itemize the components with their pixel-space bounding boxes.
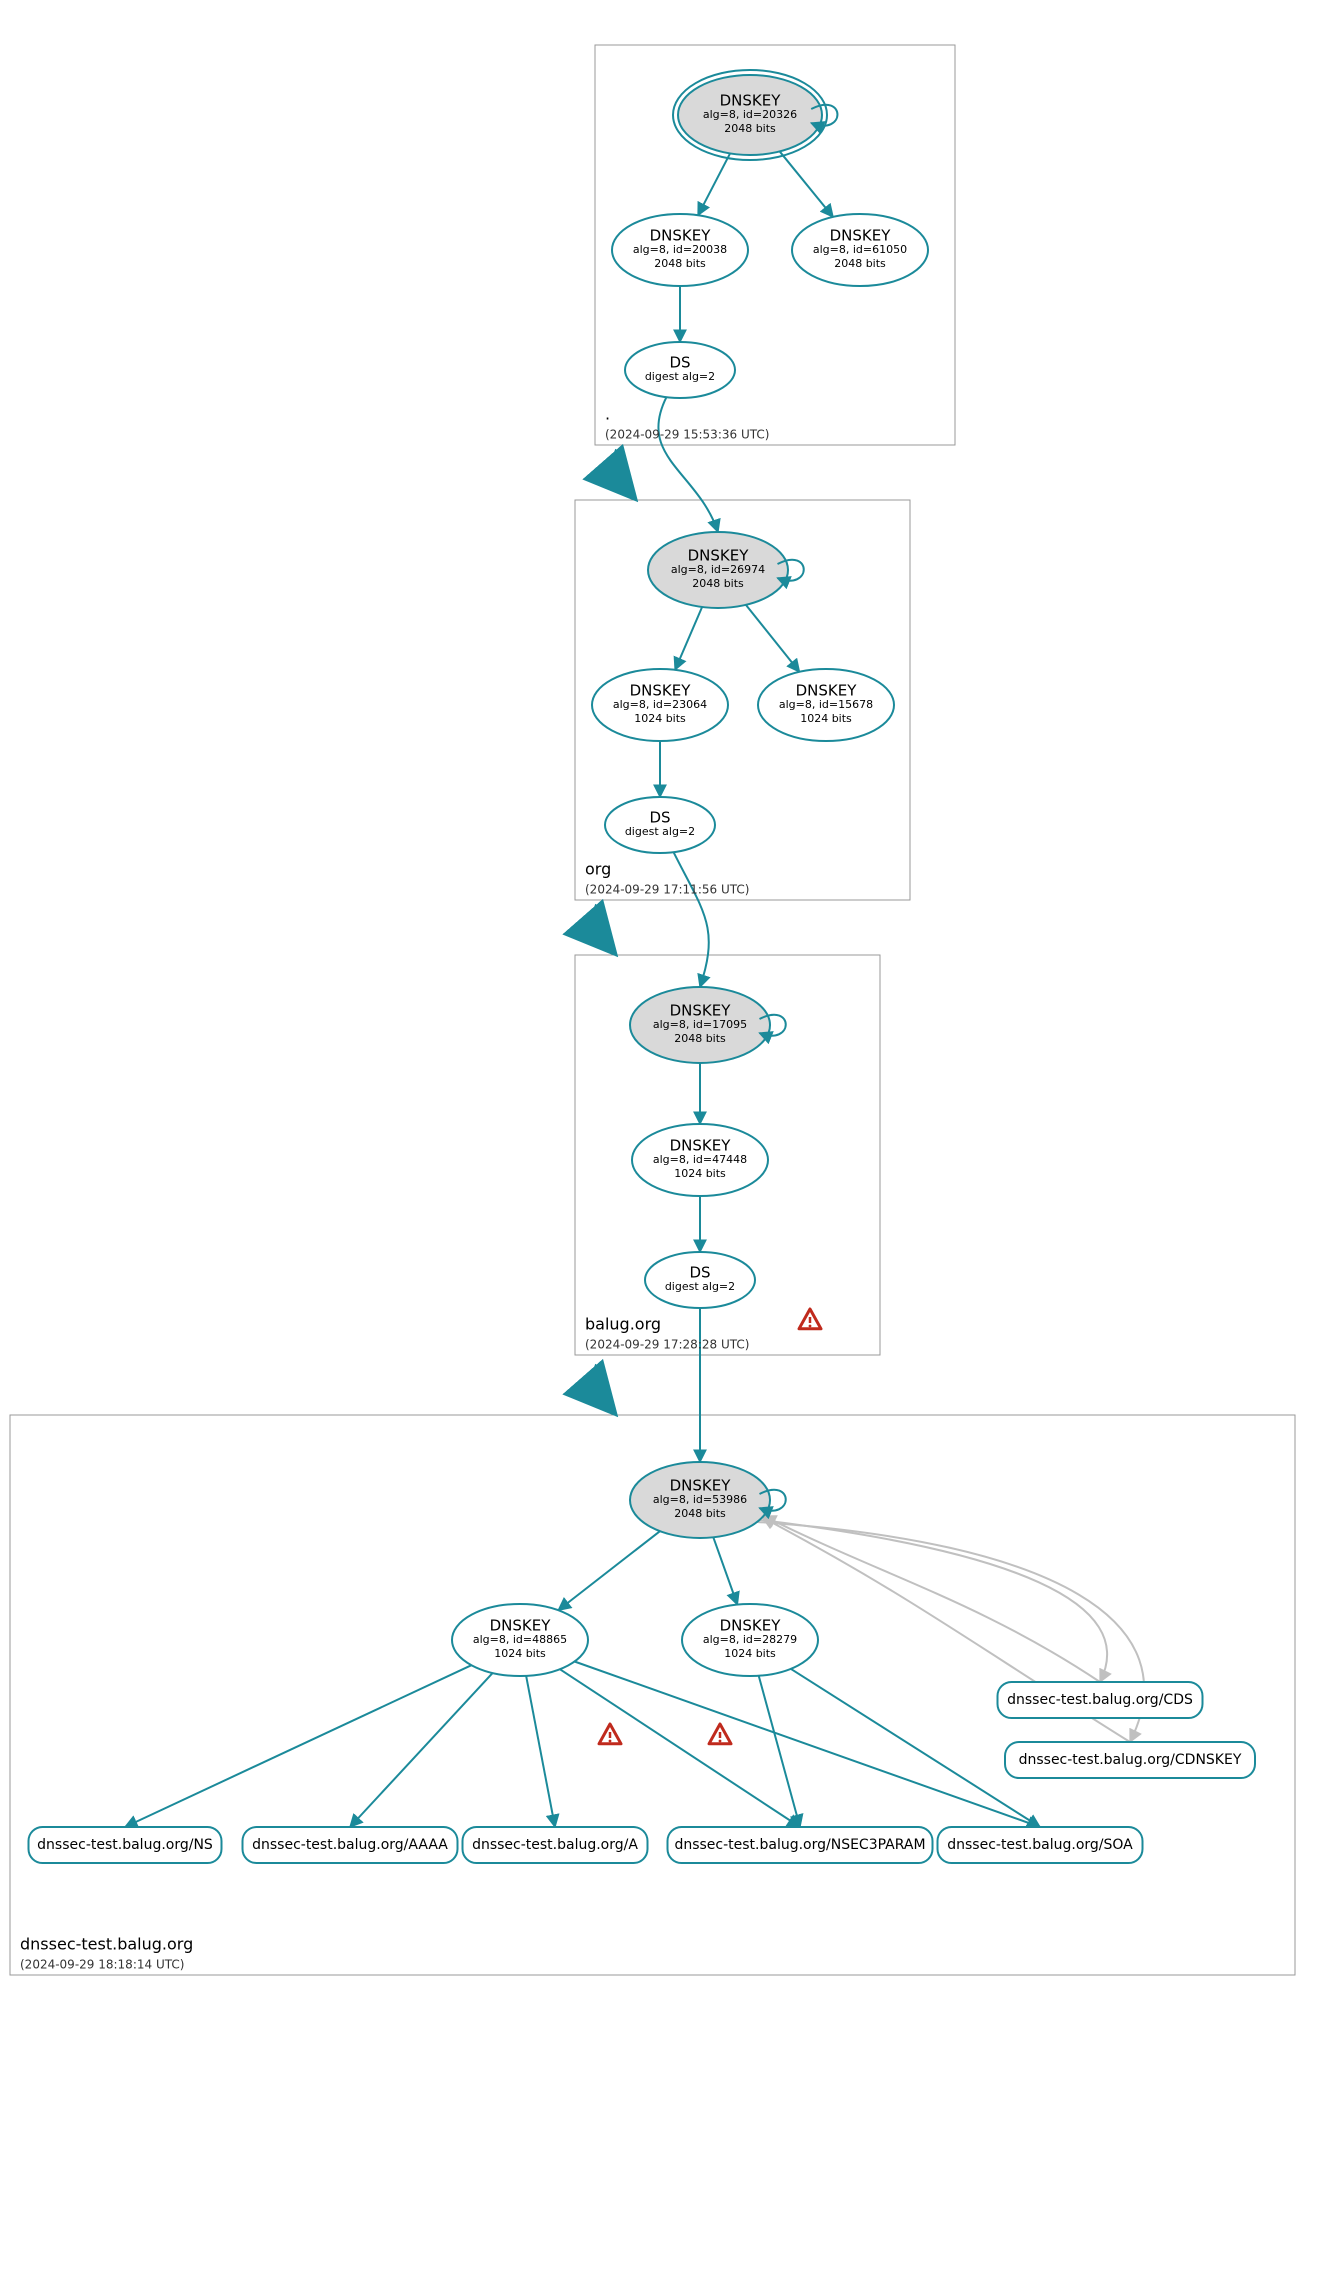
edge-o_ds-b_ksk [674,852,709,987]
edge-rr_cds-d_ksk [764,1516,1100,1682]
node-text: digest alg=2 [665,1280,735,1293]
warning-icon [599,1724,621,1744]
node-rr_cds: dnssec-test.balug.org/CDS [998,1682,1203,1718]
node-text: alg=8, id=53986 [653,1493,747,1506]
node-text: DS [689,1264,710,1282]
rr-label: dnssec-test.balug.org/NS [37,1837,213,1853]
node-o_zsk2: DNSKEYalg=8, id=156781024 bits [758,669,894,741]
zone-label: dnssec-test.balug.org [20,1935,193,1954]
node-text: DNSKEY [688,547,750,565]
node-text: alg=8, id=17095 [653,1018,747,1031]
warning-icon [709,1724,731,1744]
node-o_zsk1: DNSKEYalg=8, id=230641024 bits [592,669,728,741]
node-text: alg=8, id=28279 [703,1633,797,1646]
node-text: alg=8, id=23064 [613,698,707,711]
node-rr_cdns: dnssec-test.balug.org/CDNSKEY [1005,1742,1255,1778]
edge-d_zsk1-rr_a [526,1676,555,1827]
node-text: DNSKEY [796,682,858,700]
node-o_ds: DSdigest alg=2 [605,797,715,853]
edge-r_ds-o_ksk [658,397,718,532]
node-text: 2048 bits [674,1507,726,1520]
warning-icon [799,1309,821,1329]
node-text: DNSKEY [670,1477,732,1495]
zone-timestamp: (2024-09-29 17:11:56 UTC) [585,883,749,897]
zone-transition-arrow [615,450,624,486]
rr-label: dnssec-test.balug.org/NSEC3PARAM [674,1837,925,1853]
node-text: digest alg=2 [645,370,715,383]
zone-timestamp: (2024-09-29 17:28:28 UTC) [585,1338,749,1352]
node-r_zsk1: DNSKEYalg=8, id=200382048 bits [612,214,748,286]
zone-transition-arrow [595,1365,604,1401]
edge-r_ksk-r_zsk2 [780,151,833,217]
zone-label: . [605,405,610,424]
node-text: alg=8, id=61050 [813,243,907,256]
node-b_ksk: DNSKEYalg=8, id=170952048 bits [630,987,786,1063]
node-text: DNSKEY [720,1617,782,1635]
rr-label: dnssec-test.balug.org/A [472,1837,638,1853]
edge-d_ksk-d_zsk2 [713,1537,737,1604]
node-text: digest alg=2 [625,825,695,838]
rr-label: dnssec-test.balug.org/CDS [1007,1692,1193,1708]
zone-timestamp: (2024-09-29 15:53:36 UTC) [605,428,769,442]
node-o_ksk: DNSKEYalg=8, id=269742048 bits [648,532,804,608]
node-text: DNSKEY [830,227,892,245]
edge-d_ksk-d_zsk1 [558,1531,660,1610]
node-text: 2048 bits [674,1032,726,1045]
node-text: 1024 bits [494,1647,546,1660]
node-rr_soa: dnssec-test.balug.org/SOA [938,1827,1143,1863]
edge-d_zsk1-rr_ns [125,1665,471,1827]
zone-timestamp: (2024-09-29 18:18:14 UTC) [20,1958,184,1972]
rr-label: dnssec-test.balug.org/CDNSKEY [1019,1752,1242,1768]
edge-o_ksk-o_zsk1 [675,607,702,670]
edge-d_zsk1-rr_aaaa [350,1673,493,1827]
node-text: 2048 bits [692,577,744,590]
zone-label: balug.org [585,1315,661,1334]
node-text: alg=8, id=48865 [473,1633,567,1646]
node-text: 1024 bits [724,1647,776,1660]
node-text: DNSKEY [490,1617,552,1635]
rr-label: dnssec-test.balug.org/SOA [947,1837,1133,1853]
node-d_ksk: DNSKEYalg=8, id=539862048 bits [630,1462,786,1538]
node-rr_nsec: dnssec-test.balug.org/NSEC3PARAM [668,1827,933,1863]
node-text: 2048 bits [654,257,706,270]
node-rr_a: dnssec-test.balug.org/A [463,1827,648,1863]
node-text: 1024 bits [674,1167,726,1180]
node-text: DNSKEY [650,227,712,245]
node-d_zsk2: DNSKEYalg=8, id=282791024 bits [682,1604,818,1676]
node-text: alg=8, id=20326 [703,108,797,121]
node-text: DNSKEY [720,92,782,110]
node-text: 1024 bits [634,712,686,725]
node-text: alg=8, id=15678 [779,698,873,711]
node-b_ds: DSdigest alg=2 [645,1252,755,1308]
node-text: DNSKEY [670,1137,732,1155]
node-text: alg=8, id=26974 [671,563,765,576]
node-text: 2048 bits [834,257,886,270]
zone-transition-arrow [595,905,604,941]
node-r_ds: DSdigest alg=2 [625,342,735,398]
node-text: DNSKEY [670,1002,732,1020]
node-rr_ns: dnssec-test.balug.org/NS [29,1827,222,1863]
node-text: alg=8, id=47448 [653,1153,747,1166]
edge-d_zsk1-rr_soa [575,1662,1040,1827]
node-text: DS [649,809,670,827]
edge-o_ksk-o_zsk2 [746,605,800,672]
node-d_zsk1: DNSKEYalg=8, id=488651024 bits [452,1604,588,1676]
node-text: 1024 bits [800,712,852,725]
node-text: 2048 bits [724,122,776,135]
rr-label: dnssec-test.balug.org/AAAA [252,1837,448,1853]
node-text: DNSKEY [630,682,692,700]
node-r_zsk2: DNSKEYalg=8, id=610502048 bits [792,214,928,286]
node-text: alg=8, id=20038 [633,243,727,256]
edge-r_ksk-r_zsk1 [698,153,730,215]
zone-label: org [585,860,611,879]
node-r_ksk: DNSKEYalg=8, id=203262048 bits [673,70,837,160]
node-b_zsk: DNSKEYalg=8, id=474481024 bits [632,1124,768,1196]
node-text: DS [669,354,690,372]
node-rr_aaaa: dnssec-test.balug.org/AAAA [243,1827,458,1863]
